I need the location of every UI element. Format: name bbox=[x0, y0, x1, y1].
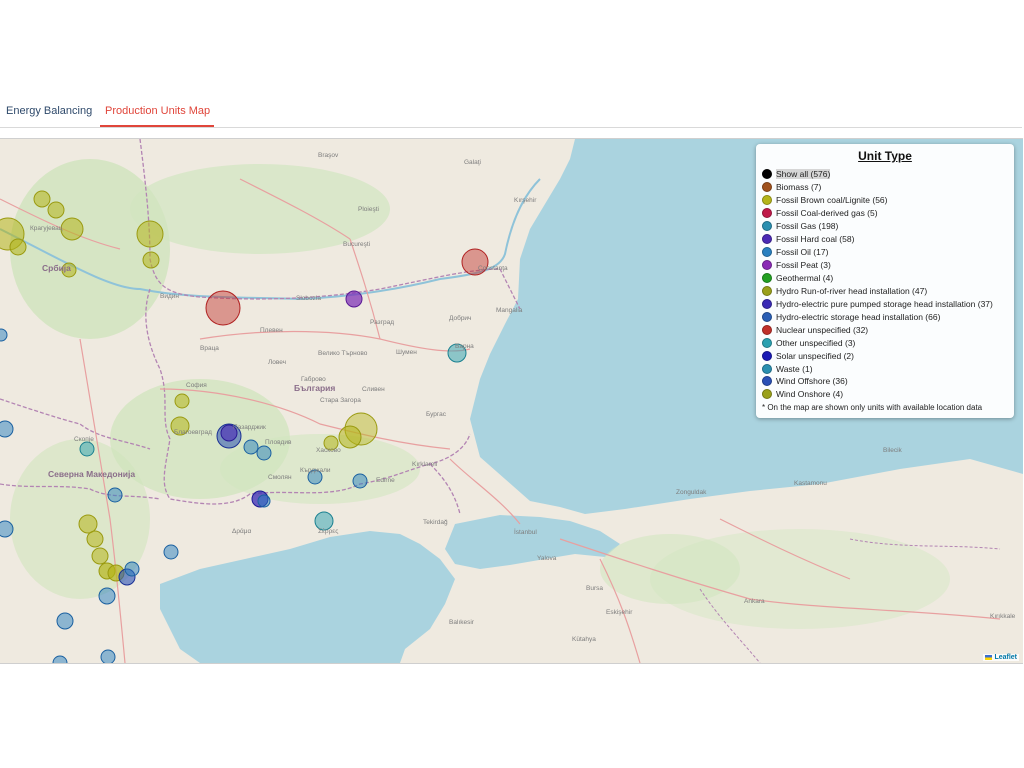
tab-production-units-map[interactable]: Production Units Map bbox=[105, 105, 210, 117]
legend-color-dot-icon bbox=[762, 221, 772, 232]
legend-color-dot-icon bbox=[762, 272, 772, 283]
legend-item[interactable]: Fossil Coal-derived gas (5) bbox=[762, 207, 1014, 220]
legend-item-label: Waste (1) bbox=[776, 363, 813, 374]
legend-color-dot-icon bbox=[762, 195, 772, 206]
legend-color-dot-icon bbox=[762, 182, 772, 193]
legend-color-dot-icon bbox=[762, 208, 772, 219]
legend-item-label: Fossil Oil (17) bbox=[776, 247, 829, 258]
legend-item[interactable]: Show all (576) bbox=[762, 168, 1014, 181]
legend-item[interactable]: Nuclear unspecified (32) bbox=[762, 323, 1014, 336]
legend-item-label: Hydro-electric pure pumped storage head … bbox=[776, 298, 993, 309]
map-attribution[interactable]: Leaflet bbox=[983, 654, 1019, 661]
legend-item[interactable]: Hydro-electric pure pumped storage head … bbox=[762, 297, 1014, 310]
legend-color-dot-icon bbox=[762, 285, 772, 296]
legend-item-label: Hydro-electric storage head installation… bbox=[776, 311, 941, 322]
legend-item[interactable]: Fossil Gas (198) bbox=[762, 220, 1014, 233]
legend-item-label: Hydro Run-of-river head installation (47… bbox=[776, 285, 928, 296]
legend-color-dot-icon bbox=[762, 169, 772, 180]
legend-item[interactable]: Fossil Brown coal/Lignite (56) bbox=[762, 194, 1014, 207]
legend-item-label: Nuclear unspecified (32) bbox=[776, 324, 869, 335]
legend-item[interactable]: Geothermal (4) bbox=[762, 272, 1014, 285]
legend-item[interactable]: Hydro Run-of-river head installation (47… bbox=[762, 284, 1014, 297]
legend-color-dot-icon bbox=[762, 298, 772, 309]
legend-item[interactable]: Hydro-electric storage head installation… bbox=[762, 310, 1014, 323]
legend-item[interactable]: Wind Offshore (36) bbox=[762, 375, 1014, 388]
legend-item-label: Fossil Hard coal (58) bbox=[776, 234, 855, 245]
legend-color-dot-icon bbox=[762, 350, 772, 361]
legend-item-label: Wind Offshore (36) bbox=[776, 376, 848, 387]
legend-color-dot-icon bbox=[762, 363, 772, 374]
legend-item-label: Biomass (7) bbox=[776, 182, 822, 193]
tab-bar: Energy Balancing Production Units Map bbox=[0, 100, 1022, 128]
legend-title: Unit Type bbox=[858, 149, 912, 163]
legend-item[interactable]: Other unspecified (3) bbox=[762, 336, 1014, 349]
legend-item-label: Fossil Brown coal/Lignite (56) bbox=[776, 195, 888, 206]
legend-item-label: Fossil Peat (3) bbox=[776, 260, 831, 271]
legend-color-dot-icon bbox=[762, 260, 772, 271]
legend-item[interactable]: Fossil Peat (3) bbox=[762, 259, 1014, 272]
legend-item-label: Fossil Gas (198) bbox=[776, 221, 839, 232]
legend-color-dot-icon bbox=[762, 324, 772, 335]
tab-energy-balancing[interactable]: Energy Balancing bbox=[6, 105, 92, 117]
legend-note: * On the map are shown only units with a… bbox=[762, 403, 983, 412]
legend-item-label: Other unspecified (3) bbox=[776, 337, 856, 348]
unit-type-legend: Unit Type Show all (576) Biomass (7) Fossi… bbox=[756, 144, 1014, 418]
legend-item[interactable]: Fossil Oil (17) bbox=[762, 246, 1014, 259]
legend-color-dot-icon bbox=[762, 234, 772, 245]
legend-item[interactable]: Waste (1) bbox=[762, 362, 1014, 375]
legend-item[interactable]: Biomass (7) bbox=[762, 181, 1014, 194]
legend-color-dot-icon bbox=[762, 311, 772, 322]
legend-color-dot-icon bbox=[762, 389, 772, 400]
legend-color-dot-icon bbox=[762, 337, 772, 348]
legend-item[interactable]: Fossil Hard coal (58) bbox=[762, 233, 1014, 246]
legend-color-dot-icon bbox=[762, 247, 772, 258]
legend-item-label: Show all (576) bbox=[776, 169, 831, 180]
legend-item-label: Wind Onshore (4) bbox=[776, 389, 844, 400]
legend-item-label: Solar unspecified (2) bbox=[776, 350, 854, 361]
legend-color-dot-icon bbox=[762, 376, 772, 387]
ukraine-flag-icon bbox=[985, 654, 993, 660]
legend-item-label: Fossil Coal-derived gas (5) bbox=[776, 208, 878, 219]
legend-list: Show all (576) Biomass (7) Fossil Brown co… bbox=[762, 168, 1014, 401]
legend-item[interactable]: Wind Onshore (4) bbox=[762, 388, 1014, 401]
active-tab-indicator bbox=[100, 125, 214, 127]
attribution-link[interactable]: Leaflet bbox=[994, 654, 1017, 661]
legend-item[interactable]: Solar unspecified (2) bbox=[762, 349, 1014, 362]
legend-item-label: Geothermal (4) bbox=[776, 272, 834, 283]
